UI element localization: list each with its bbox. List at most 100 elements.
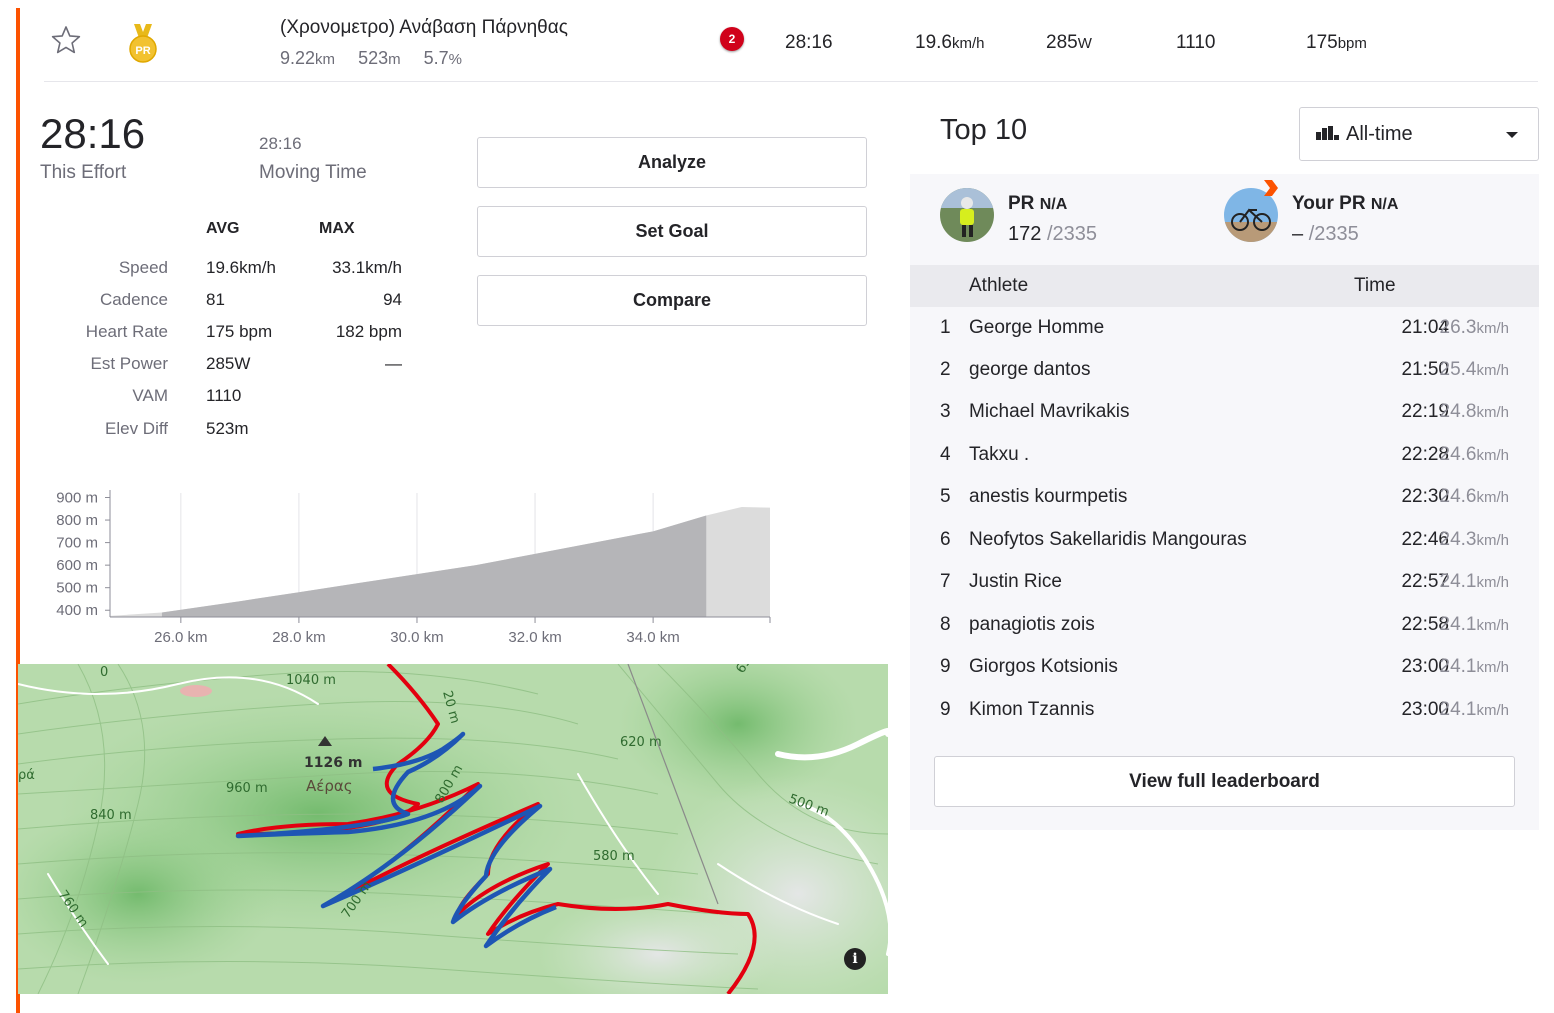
leaderboard-rank: 8: [940, 614, 951, 635]
leaderboard-athlete[interactable]: Michael Mavrikakis: [969, 401, 1129, 423]
moving-time-label: Moving Time: [259, 162, 367, 183]
row-vam: 1110: [1176, 32, 1216, 53]
pr-athlete-avatar[interactable]: [940, 188, 994, 242]
leaderboard-time: 22:57: [1401, 571, 1449, 592]
leaderboard-speed: 24.1km/h: [1439, 571, 1510, 592]
segment-name[interactable]: (Χρονομετρο) Ανάβαση Πάρνηθας: [280, 17, 568, 39]
peak-name-label: Αέρας: [306, 777, 353, 795]
leaderboard-rank: 2: [940, 359, 951, 380]
leaderboard-row[interactable]: 9 Kimon Tzannis 23:00 24.1km/h: [910, 690, 1539, 732]
leaderboard-athlete[interactable]: Neofytos Sakellaridis Mangouras: [969, 529, 1247, 551]
leaderboard-speed: 26.3km/h: [1439, 317, 1510, 338]
view-full-leaderboard-button[interactable]: View full leaderboard: [934, 756, 1515, 807]
elev-x-tick-label: 30.0 km: [390, 629, 443, 646]
map-canvas[interactable]: 1040 m 960 m 840 m 760 m 700 m 800 m 620…: [18, 664, 888, 994]
leaderboard-filter-value: All-time: [1346, 123, 1413, 145]
pr-rank: 172 /2335: [1008, 223, 1097, 245]
analyze-button[interactable]: Analyze: [477, 137, 867, 188]
chevron-down-icon: [1506, 132, 1518, 138]
subscriber-chevron-icon: [1264, 180, 1278, 196]
leaderboard-athlete[interactable]: anestis kourmpetis: [969, 486, 1127, 508]
effort-time-label: This Effort: [40, 162, 127, 183]
leaderboard-rank: 1: [940, 317, 951, 338]
map-label: 960 m: [226, 781, 268, 796]
elev-y-tick-label: 400 m: [56, 602, 98, 619]
leaderboard-rank: 9: [940, 699, 951, 720]
map-feature: [180, 685, 212, 697]
max-header: MAX: [319, 220, 355, 237]
stat-max: 94: [383, 290, 402, 309]
your-pr-label: Your PR N/A: [1292, 193, 1399, 214]
your-pr-rank: – /2335: [1292, 223, 1359, 245]
leaderboard-row[interactable]: 3 Michael Mavrikakis 22:19 24.8km/h: [910, 392, 1539, 434]
stat-label: Cadence: [99, 290, 168, 309]
map-label: ρά: [18, 768, 35, 783]
leaderboard-athlete[interactable]: Justin Rice: [969, 571, 1062, 593]
map-label: 0: [100, 665, 108, 680]
leaderboard-athlete[interactable]: Kimon Tzannis: [969, 699, 1094, 721]
star-icon[interactable]: [50, 24, 82, 56]
leaderboard-time: 22:30: [1401, 486, 1449, 507]
row-speed: 19.6km/h: [915, 32, 985, 53]
leaderboard-row[interactable]: 4 Takxu . 22:28 24.6km/h: [910, 435, 1539, 477]
leaderboard-rank: 9: [940, 656, 951, 677]
leaderboard-athlete[interactable]: george dantos: [969, 359, 1091, 381]
leaderboard-row[interactable]: 2 george dantos 21:50 25.4km/h: [910, 350, 1539, 392]
leaderboard-athlete[interactable]: George Homme: [969, 317, 1104, 339]
athlete-column-header: Athlete: [969, 275, 1029, 296]
leaderboard-athlete[interactable]: panagiotis zois: [969, 614, 1095, 636]
rank-badge: 2: [720, 27, 744, 51]
leaderboard-title: Top 10: [940, 114, 1028, 146]
leaderboard-time: 22:58: [1401, 614, 1449, 635]
leaderboard-speed: 24.1km/h: [1439, 614, 1510, 635]
compare-button[interactable]: Compare: [477, 275, 867, 326]
leaderboard-rank: 5: [940, 486, 951, 507]
row-time: 28:16: [785, 32, 833, 53]
leaderboard-row[interactable]: 7 Justin Rice 22:57 24.1km/h: [910, 562, 1539, 604]
leaderboard-athlete[interactable]: Takxu .: [969, 444, 1029, 466]
stat-row-heart-rate: Heart Rate 175 bpm 182 bpm: [40, 322, 420, 344]
leaderboard-rank: 3: [940, 401, 951, 422]
leaderboard-speed: 24.3km/h: [1439, 529, 1510, 550]
stat-row-vam: VAM 1110: [40, 386, 420, 408]
segment-map[interactable]: 1040 m 960 m 840 m 760 m 700 m 800 m 620…: [18, 664, 888, 994]
segment-distance: 9.22km: [280, 48, 336, 68]
stat-label: VAM: [132, 386, 168, 405]
stat-label: Elev Diff: [105, 419, 168, 438]
leaderboard-filter-icon: [1316, 126, 1339, 140]
map-info-icon[interactable]: i: [844, 948, 866, 970]
leaderboard-time: 21:04: [1401, 317, 1449, 338]
leaderboard-speed: 24.6km/h: [1439, 444, 1510, 465]
leaderboard-speed: 24.8km/h: [1439, 401, 1510, 422]
leaderboard-speed: 24.1km/h: [1439, 656, 1510, 677]
set-goal-button[interactable]: Set Goal: [477, 206, 867, 257]
leaderboard-row[interactable]: 5 anestis kourmpetis 22:30 24.6km/h: [910, 477, 1539, 519]
stat-avg: 175 bpm: [206, 322, 273, 341]
leaderboard-speed: 24.1km/h: [1439, 699, 1510, 720]
stat-max: —: [385, 354, 402, 373]
elev-segment-area: [161, 515, 707, 617]
leaderboard-speed: 24.6km/h: [1439, 486, 1510, 507]
pr-medal-icon: PR: [129, 24, 157, 63]
stat-avg: 285W: [206, 354, 251, 373]
segment-elevation: 523m: [358, 48, 401, 68]
elev-y-tick-label: 500 m: [56, 580, 98, 597]
map-label: 580 m: [593, 849, 635, 864]
leaderboard-row[interactable]: 6 Neofytos Sakellaridis Mangouras 22:46 …: [910, 520, 1539, 562]
segment-row[interactable]: PR (Χρονομετρο) Ανάβαση Πάρνηθας 9.22km …: [44, 8, 1538, 82]
elev-y-tick-label: 600 m: [56, 557, 98, 574]
stat-label: Heart Rate: [85, 322, 168, 341]
elev-x-tick-label: 34.0 km: [626, 629, 679, 646]
leaderboard-row[interactable]: 1 George Homme 21:04 26.3km/h: [910, 308, 1539, 350]
elev-y-tick-label: 800 m: [56, 512, 98, 529]
row-power: 285W: [1046, 32, 1092, 53]
leaderboard-filter-dropdown[interactable]: All-time: [1299, 107, 1539, 161]
leaderboard-row[interactable]: 9 Giorgos Kotsionis 23:00 24.1km/h: [910, 647, 1539, 689]
elev-x-tick-label: 26.0 km: [154, 629, 207, 646]
moving-time: 28:16: [259, 134, 302, 153]
leaderboard-row[interactable]: 8 panagiotis zois 22:58 24.1km/h: [910, 605, 1539, 647]
elevation-profile-chart[interactable]: 900 m 800 m 700 m 600 m 500 m 400 m 26.0 km 28.…: [40, 485, 780, 650]
elev-y-tick-label: 700 m: [56, 535, 98, 552]
map-label: 1040 m: [286, 673, 336, 688]
leaderboard-athlete[interactable]: Giorgos Kotsionis: [969, 656, 1118, 678]
